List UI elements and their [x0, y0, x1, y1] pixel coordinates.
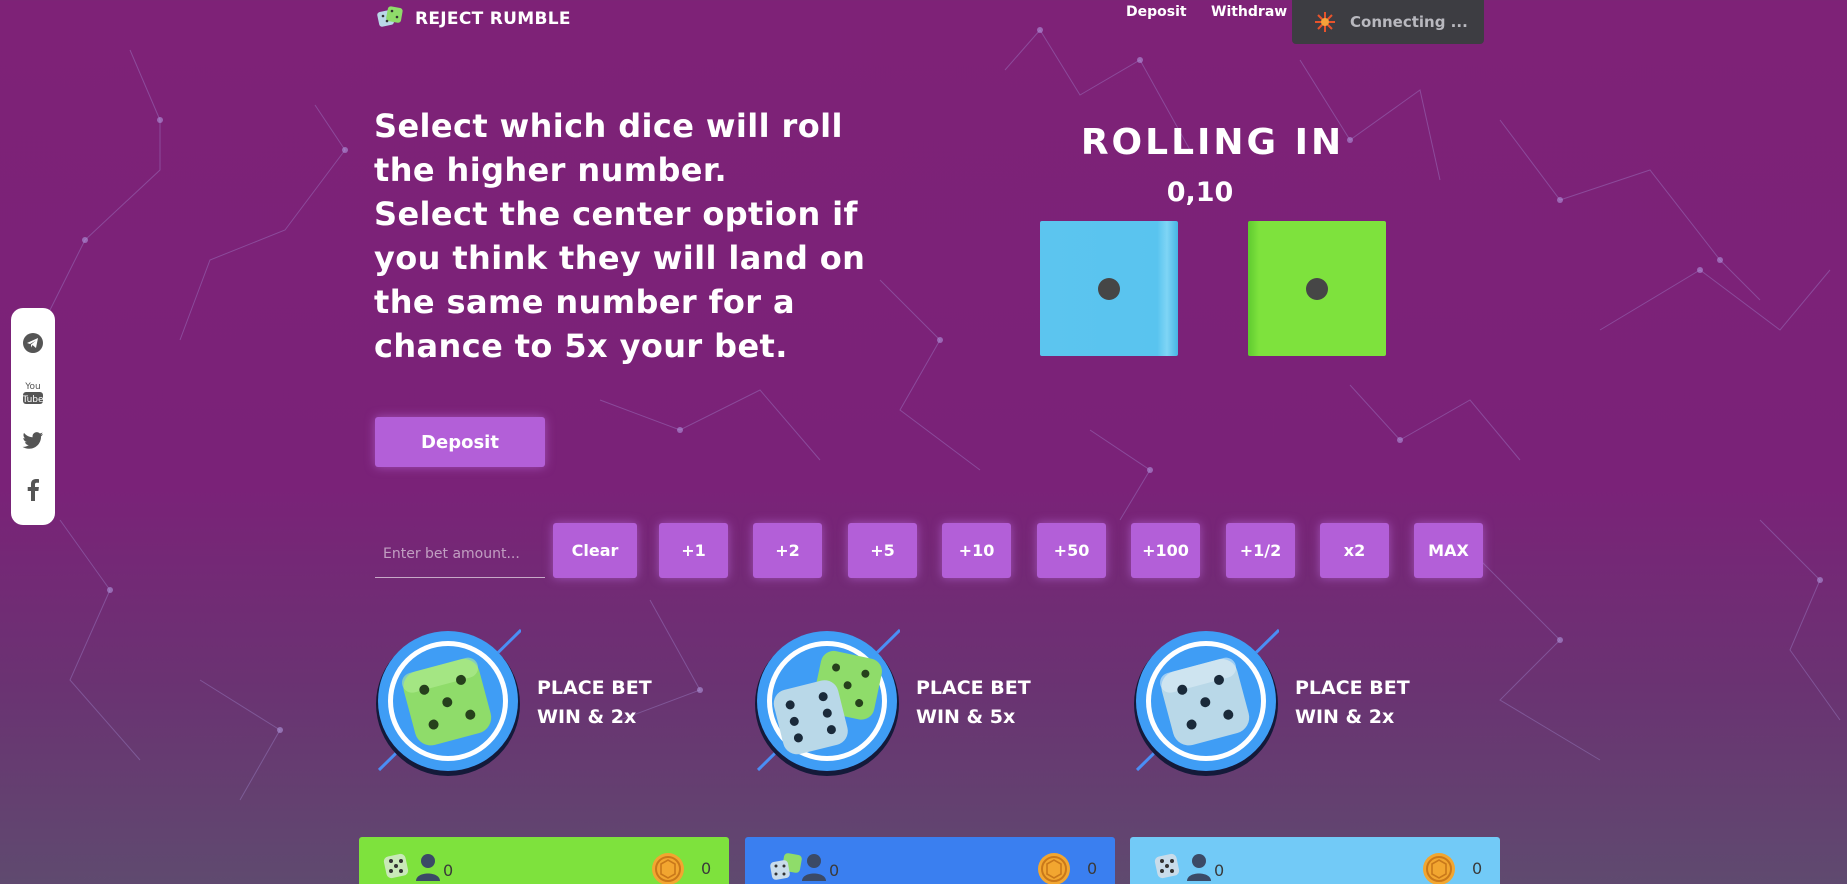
user-icon [416, 854, 440, 881]
blue-die [1040, 221, 1178, 356]
connection-status: Connecting ... [1292, 0, 1484, 44]
green-die-icon [376, 628, 521, 776]
social-links: You Tube [11, 308, 55, 525]
bet-option-action: PLACE BET [1295, 677, 1410, 699]
add-10-button[interactable]: +10 [942, 523, 1011, 578]
add-50-button[interactable]: +50 [1037, 523, 1106, 578]
clear-button[interactable]: Clear [553, 523, 637, 578]
bet-option-blue[interactable]: PLACE BET WIN & 2x [1133, 626, 1433, 781]
nav-withdraw-link[interactable]: Withdraw [1211, 4, 1287, 20]
blue-bets-panel: 0 0 [1130, 837, 1500, 884]
instructions-line-2: Select the center option if you think th… [374, 195, 866, 365]
brand-logo-link[interactable]: REJECT RUMBLE [375, 4, 571, 34]
add-100-button[interactable]: +100 [1131, 523, 1200, 578]
two-dice-icon [755, 628, 900, 776]
bet-option-payout: WIN & 2x [1295, 706, 1395, 728]
svg-text:Tube: Tube [22, 395, 44, 405]
connection-status-text: Connecting ... [1350, 13, 1468, 31]
bets-total: 0 [1472, 859, 1483, 878]
deposit-button[interactable]: Deposit [375, 417, 545, 467]
brand-name: REJECT RUMBLE [415, 9, 571, 29]
add-1-button[interactable]: +1 [659, 523, 728, 578]
bet-option-action: PLACE BET [537, 677, 652, 699]
bet-option-tie[interactable]: PLACE BET WIN & 5x [754, 626, 1054, 781]
youtube-icon[interactable]: You Tube [22, 378, 44, 406]
bet-option-action: PLACE BET [916, 677, 1031, 699]
tie-bets-panel: 0 0 [745, 837, 1115, 884]
coin-icon [1038, 853, 1070, 884]
die-pip [1098, 278, 1120, 300]
instructions-line-1: Select which dice will roll the higher n… [374, 107, 843, 189]
add-2-button[interactable]: +2 [753, 523, 822, 578]
bet-option-payout: WIN & 5x [916, 706, 1016, 728]
svg-text:You: You [24, 382, 41, 392]
rolling-title: ROLLING IN [1080, 122, 1345, 163]
bet-option-label: PLACE BET WIN & 5x [916, 674, 1031, 732]
instructions: Select which dice will roll the higher n… [374, 104, 914, 368]
add-5-button[interactable]: +5 [848, 523, 917, 578]
green-bets-panel: 0 0 [359, 837, 729, 884]
bet-amount-input[interactable] [375, 530, 545, 578]
coin-icon [1423, 853, 1455, 884]
green-die [1248, 221, 1386, 356]
telegram-icon[interactable] [22, 329, 44, 357]
players-count: 0 [1214, 861, 1225, 880]
coin-icon [652, 853, 684, 884]
bet-option-green[interactable]: PLACE BET WIN & 2x [375, 626, 675, 781]
double-button[interactable]: x2 [1320, 523, 1389, 578]
two-dice-icon [770, 853, 802, 880]
bet-option-label: PLACE BET WIN & 2x [1295, 674, 1410, 732]
blue-die-icon [1134, 628, 1279, 776]
half-button[interactable]: +1/2 [1226, 523, 1295, 578]
players-count: 0 [443, 861, 454, 880]
players-count: 0 [829, 861, 840, 880]
blue-die-icon [1154, 853, 1180, 879]
bet-option-payout: WIN & 2x [537, 706, 637, 728]
spark-icon [1315, 12, 1335, 32]
user-icon [1187, 854, 1211, 881]
max-button[interactable]: MAX [1414, 523, 1483, 578]
user-icon [802, 854, 826, 881]
bets-total: 0 [701, 859, 712, 878]
nav-deposit-link[interactable]: Deposit [1126, 4, 1187, 20]
green-die-icon [383, 853, 409, 879]
bets-total: 0 [1087, 859, 1098, 878]
facebook-icon[interactable] [22, 476, 44, 504]
bet-option-label: PLACE BET WIN & 2x [537, 674, 652, 732]
twitter-icon[interactable] [22, 427, 44, 455]
dice-logo-icon [377, 6, 403, 27]
die-pip [1306, 278, 1328, 300]
rolling-countdown: 0,10 [1166, 177, 1234, 208]
